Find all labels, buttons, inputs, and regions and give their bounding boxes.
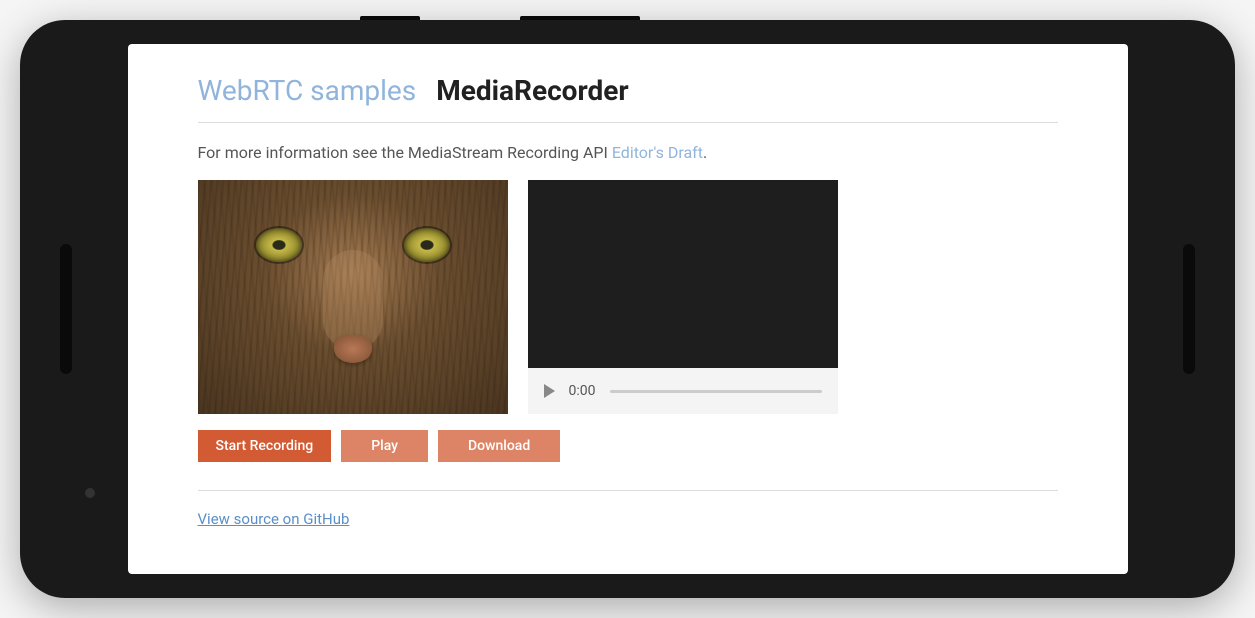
description-suffix: . (703, 143, 707, 162)
phone-screen: WebRTC samples MediaRecorder For more in… (128, 44, 1128, 574)
phone-hardware-buttons (360, 16, 640, 20)
camera-preview-image (198, 180, 508, 414)
phone-speaker-right (1183, 244, 1195, 374)
page-footer: View source on GitHub (198, 490, 1058, 528)
webrtc-samples-link[interactable]: WebRTC samples (198, 74, 417, 107)
video-time-display: 0:00 (569, 383, 596, 399)
page-title: MediaRecorder (436, 74, 628, 107)
download-button[interactable]: Download (438, 430, 560, 462)
video-container: 0:00 (198, 180, 1058, 414)
start-recording-button[interactable]: Start Recording (198, 430, 332, 462)
video-progress-bar[interactable] (610, 390, 822, 393)
action-buttons-row: Start Recording Play Download (198, 430, 1058, 462)
play-button[interactable]: Play (341, 430, 428, 462)
phone-camera (85, 488, 95, 498)
view-source-github-link[interactable]: View source on GitHub (198, 510, 350, 528)
description-text: For more information see the MediaStream… (198, 143, 1058, 162)
phone-button (520, 16, 640, 20)
phone-speaker-left (60, 244, 72, 374)
phone-button (360, 16, 420, 20)
play-icon[interactable] (544, 384, 555, 398)
page-header: WebRTC samples MediaRecorder (198, 74, 1058, 123)
editors-draft-link[interactable]: Editor's Draft (612, 143, 703, 162)
video-controls-bar: 0:00 (528, 368, 838, 414)
camera-preview-video[interactable] (198, 180, 508, 414)
recorded-video-player[interactable]: 0:00 (528, 180, 838, 414)
video-canvas (528, 180, 838, 368)
description-prefix: For more information see the MediaStream… (198, 143, 612, 162)
phone-device-frame: WebRTC samples MediaRecorder For more in… (20, 20, 1235, 598)
